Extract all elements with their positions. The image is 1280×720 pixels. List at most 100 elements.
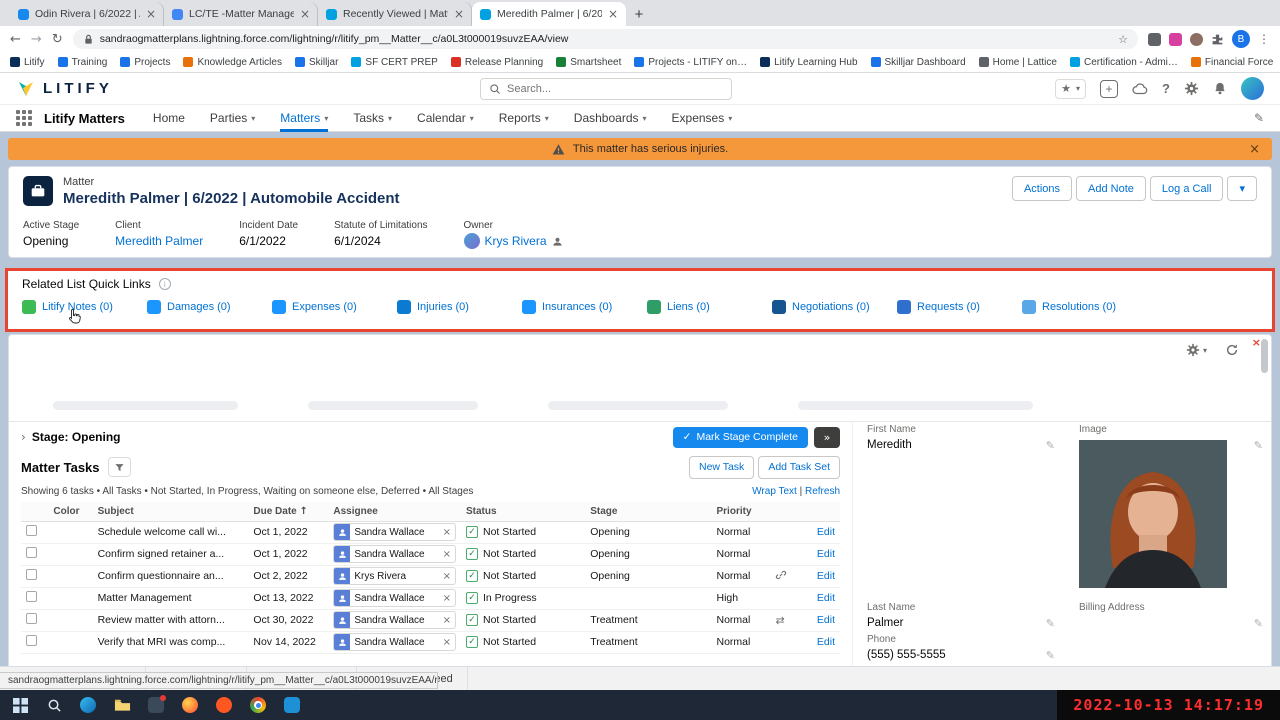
edit-link[interactable]: Edit <box>817 592 835 604</box>
taskbar-app-notification[interactable] <box>140 690 172 720</box>
quick-link-expenses[interactable]: Expenses (0) <box>272 300 397 314</box>
status-checkbox-icon[interactable]: ✓ <box>465 592 478 604</box>
back-icon[interactable]: ← <box>10 32 21 47</box>
column-header-stage[interactable]: Stage <box>585 502 712 522</box>
info-icon[interactable]: i <box>158 278 171 290</box>
column-header-color[interactable]: Color <box>48 502 93 522</box>
chevron-down-icon[interactable]: ▾ <box>643 114 647 123</box>
cloud-icon[interactable] <box>1132 82 1148 95</box>
subject-cell[interactable]: Matter Management <box>92 587 249 610</box>
quick-link-requests[interactable]: Requests (0) <box>897 300 1022 314</box>
bookmark-item[interactable]: SF CERT PREP <box>351 57 438 68</box>
nav-tab-parties[interactable]: Parties ▾ <box>210 105 255 132</box>
status-checkbox-icon[interactable]: ✓ <box>465 548 478 560</box>
bookmark-item[interactable]: Certification - Admi… <box>1069 57 1178 68</box>
nav-tab-reports[interactable]: Reports ▾ <box>499 105 549 132</box>
change-owner-icon[interactable] <box>552 236 563 247</box>
select-column-header[interactable] <box>21 502 49 522</box>
taskbar-app-firefox[interactable] <box>174 690 206 720</box>
nav-tab-tasks[interactable]: Tasks ▾ <box>353 105 392 132</box>
tab-close-icon[interactable]: × <box>454 8 464 20</box>
remove-assignee-icon[interactable]: × <box>443 615 455 626</box>
subject-cell[interactable]: Schedule welcome call wi... <box>92 521 249 544</box>
bookmark-item[interactable]: Litify Learning Hub <box>760 57 858 68</box>
bookmark-item[interactable]: Financial Force <box>1190 57 1273 68</box>
status-checkbox-icon[interactable]: ✓ <box>465 526 478 538</box>
extension-icon[interactable] <box>1148 32 1161 46</box>
quick-link-litify-notes[interactable]: Litify Notes (0) <box>22 300 147 314</box>
row-checkbox[interactable] <box>26 547 37 558</box>
status-checkbox-icon[interactable]: ✓ <box>465 636 478 648</box>
column-header-subject[interactable]: Subject <box>92 502 249 522</box>
refresh-link[interactable]: Refresh <box>805 486 840 497</box>
quick-link-label[interactable]: Negotiations (0) <box>792 301 870 313</box>
chevron-down-icon[interactable]: ▾ <box>728 114 732 123</box>
browser-menu-icon[interactable]: ⋮ <box>1258 32 1270 46</box>
remove-assignee-icon[interactable]: × <box>443 527 455 538</box>
address-bar[interactable]: sandraogmatterplans.lightning.force.com/… <box>72 29 1138 49</box>
column-header-due-date[interactable]: Due Date ↑ <box>248 502 329 522</box>
log-a-call-button[interactable]: Log a Call <box>1149 176 1224 201</box>
row-checkbox[interactable] <box>26 569 37 580</box>
add-note-button[interactable]: Add Note <box>1076 176 1146 201</box>
assignee-pill[interactable]: Sandra Wallace × <box>333 633 456 651</box>
start-button[interactable] <box>4 690 36 720</box>
quick-link-insurances[interactable]: Insurances (0) <box>522 300 647 314</box>
quick-link-liens[interactable]: Liens (0) <box>647 300 772 314</box>
column-header-priority[interactable]: Priority <box>711 502 771 522</box>
bookmark-item[interactable]: Home | Lattice <box>978 57 1057 68</box>
remove-assignee-icon[interactable]: × <box>443 637 455 648</box>
quick-link-label[interactable]: Expenses (0) <box>292 301 357 313</box>
edit-pencil-icon[interactable]: ✎ <box>1046 649 1055 662</box>
quick-link-label[interactable]: Resolutions (0) <box>1042 301 1116 313</box>
notifications-bell-icon[interactable] <box>1213 81 1227 96</box>
quick-link-negotiations[interactable]: Negotiations (0) <box>772 300 897 314</box>
row-checkbox[interactable] <box>26 591 37 602</box>
quick-link-label[interactable]: Insurances (0) <box>542 301 612 313</box>
puzzle-extensions-icon[interactable] <box>1211 33 1224 46</box>
add-task-set-button[interactable]: Add Task Set <box>758 455 840 479</box>
remove-assignee-icon[interactable]: × <box>443 549 455 560</box>
subject-cell[interactable]: Confirm questionnaire an... <box>92 565 249 588</box>
more-actions-chevron-button[interactable]: ▾ <box>1227 176 1257 201</box>
new-task-button[interactable]: New Task <box>688 455 755 479</box>
quick-link-injuries[interactable]: Injuries (0) <box>397 300 522 314</box>
assignee-pill[interactable]: Sandra Wallace × <box>333 589 456 607</box>
status-checkbox-icon[interactable]: ✓ <box>465 570 478 582</box>
chevron-down-icon[interactable]: ▾ <box>324 114 328 123</box>
client-link[interactable]: Meredith Palmer <box>115 234 203 248</box>
edit-link[interactable]: Edit <box>817 614 835 626</box>
browser-profile-avatar[interactable]: B <box>1232 30 1250 48</box>
global-search-input[interactable] <box>507 83 723 95</box>
taskbar-app-edge[interactable] <box>72 690 104 720</box>
scrollbar-thumb[interactable] <box>1261 339 1268 373</box>
edit-pencil-icon[interactable]: ✎ <box>1046 439 1055 452</box>
bookmark-item[interactable]: Skilljar Dashboard <box>870 57 966 68</box>
assignee-pill[interactable]: Sandra Wallace × <box>333 611 456 629</box>
advance-stage-button[interactable]: » <box>814 426 840 448</box>
new-tab-button[interactable]: + <box>626 2 652 26</box>
subject-cell[interactable]: Verify that MRI was comp... <box>92 631 249 654</box>
actions-button[interactable]: Actions <box>1011 176 1073 201</box>
edit-link[interactable]: Edit <box>817 636 835 648</box>
owner-link[interactable]: Krys Rivera <box>485 234 547 248</box>
taskbar-file-explorer[interactable] <box>106 690 138 720</box>
quick-link-resolutions[interactable]: Resolutions (0) <box>1022 300 1147 314</box>
nav-tab-calendar[interactable]: Calendar ▾ <box>417 105 474 132</box>
chevron-down-icon[interactable]: ▾ <box>251 114 255 123</box>
browser-tab[interactable]: LC/TE -Matter Management - Go… × <box>164 2 318 26</box>
nav-tab-expenses[interactable]: Expenses ▾ <box>672 105 733 132</box>
tab-close-icon[interactable]: × <box>300 8 310 20</box>
assignee-pill[interactable]: Krys Rivera × <box>333 567 456 585</box>
assignee-pill[interactable]: Sandra Wallace × <box>333 545 456 563</box>
chevron-down-icon[interactable]: ▾ <box>545 114 549 123</box>
row-checkbox[interactable] <box>26 613 37 624</box>
edit-pencil-icon[interactable]: ✎ <box>1254 617 1263 630</box>
bookmark-item[interactable]: Projects <box>120 57 170 68</box>
edit-link[interactable]: Edit <box>817 570 835 582</box>
filter-button[interactable] <box>107 457 131 477</box>
nav-tab-matters[interactable]: Matters ▾ <box>280 105 328 132</box>
edit-pencil-icon[interactable]: ✎ <box>1254 439 1263 452</box>
browser-tab[interactable]: Recently Viewed | Matters | Sale… × <box>318 2 472 26</box>
quick-link-label[interactable]: Requests (0) <box>917 301 980 313</box>
